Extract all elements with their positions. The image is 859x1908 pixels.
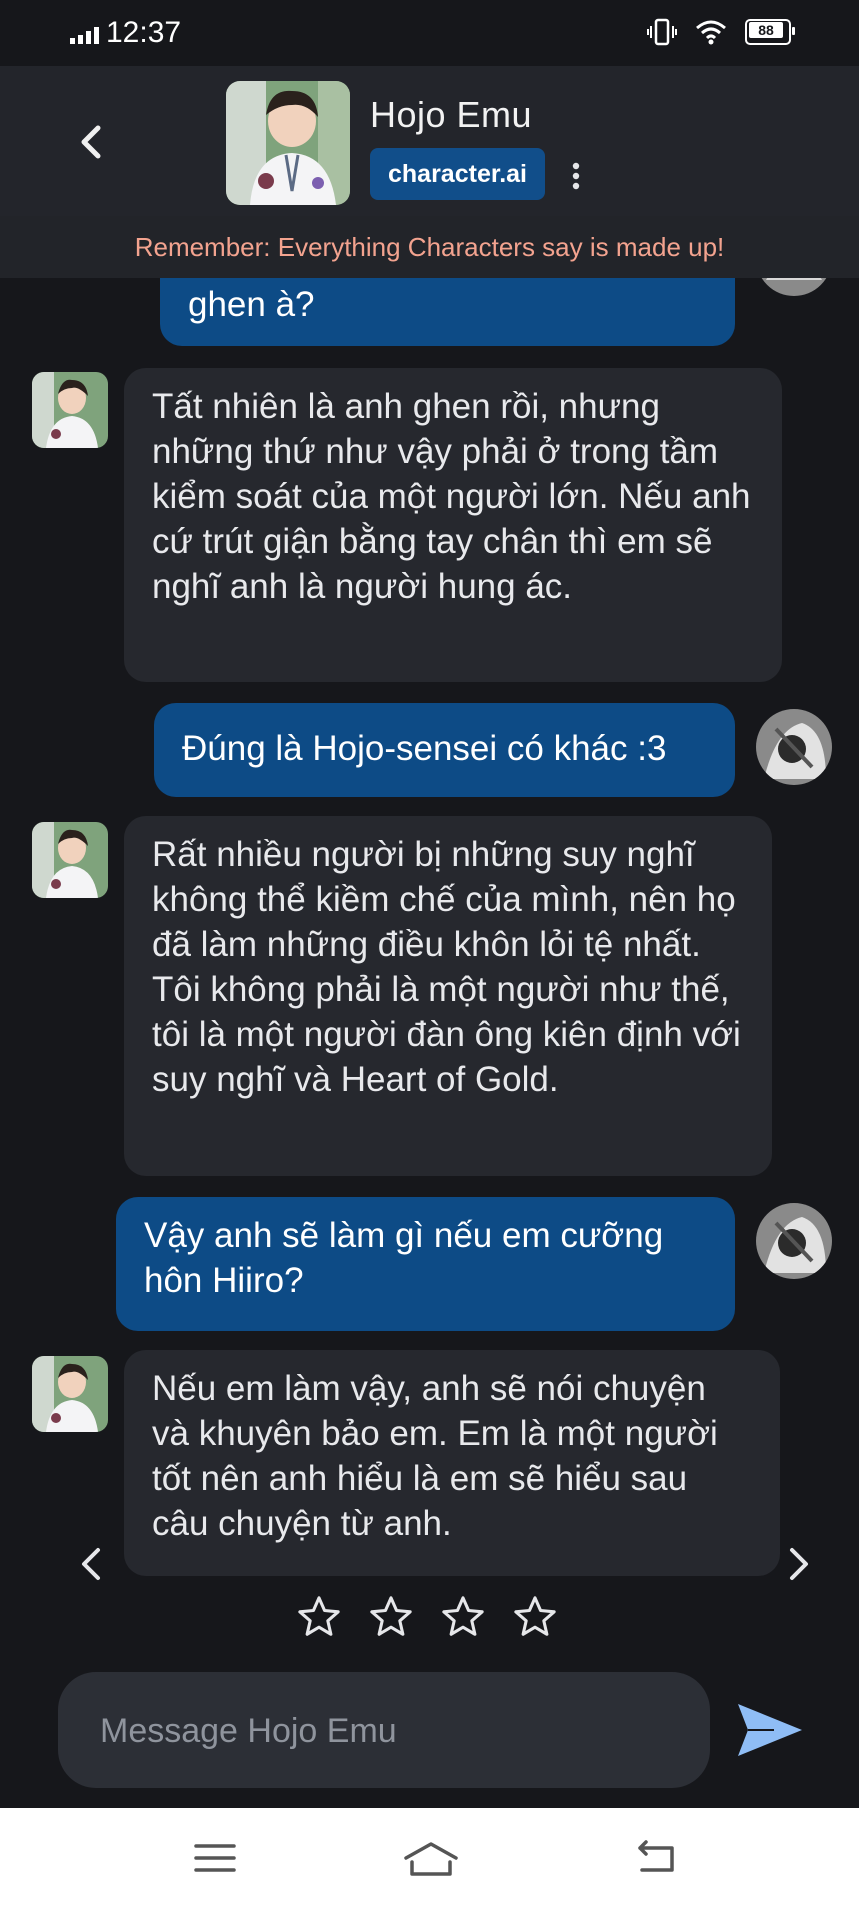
message-input[interactable] bbox=[98, 1700, 682, 1762]
previous-response-icon[interactable] bbox=[72, 1544, 112, 1584]
character-ai-badge[interactable]: character.ai bbox=[370, 148, 545, 200]
vibrate-icon bbox=[647, 18, 677, 46]
bot-avatar bbox=[32, 822, 108, 898]
bot-avatar bbox=[32, 372, 108, 448]
user-avatar bbox=[756, 709, 832, 785]
menu-icon[interactable] bbox=[192, 1838, 238, 1878]
user-avatar bbox=[756, 1203, 832, 1279]
home-icon[interactable] bbox=[402, 1838, 460, 1878]
rating-stars bbox=[296, 1594, 558, 1640]
star-icon[interactable] bbox=[296, 1594, 342, 1640]
status-time: 12:37 bbox=[106, 16, 182, 49]
chat-header: Hojo Emu character.ai bbox=[0, 66, 859, 216]
user-message: ghen à? bbox=[160, 278, 735, 346]
signal-icon bbox=[70, 27, 99, 44]
character-avatar[interactable] bbox=[226, 81, 350, 205]
bot-message: Rất nhiều người bị những suy nghĩ không … bbox=[124, 816, 772, 1176]
bot-message: Tất nhiên là anh ghen rồi, nhưng những t… bbox=[124, 368, 782, 682]
send-icon[interactable] bbox=[734, 1698, 806, 1762]
system-navigation-bar bbox=[0, 1808, 859, 1908]
more-options-icon[interactable] bbox=[571, 162, 581, 190]
star-icon[interactable] bbox=[512, 1594, 558, 1640]
character-name: Hojo Emu bbox=[370, 94, 533, 135]
user-message: Vậy anh sẽ làm gì nếu em cưỡng hôn Hiiro… bbox=[116, 1197, 735, 1331]
disclaimer-banner: Remember: Everything Characters say is m… bbox=[0, 216, 859, 278]
bot-message: Nếu em làm vậy, anh sẽ nói chuyện và khu… bbox=[124, 1350, 780, 1576]
star-icon[interactable] bbox=[440, 1594, 486, 1640]
chat-messages[interactable]: ghen à? Tất nhiên là anh ghen rồi, nhưng… bbox=[0, 278, 859, 1578]
user-message: Đúng là Hojo-sensei có khác :3 bbox=[154, 703, 735, 797]
bot-avatar bbox=[32, 1356, 108, 1432]
battery-level: 88 bbox=[749, 22, 783, 38]
user-avatar bbox=[756, 278, 832, 296]
back-arrow-icon[interactable] bbox=[72, 122, 112, 162]
back-icon[interactable] bbox=[632, 1838, 678, 1878]
message-composer bbox=[58, 1672, 710, 1788]
star-icon[interactable] bbox=[368, 1594, 414, 1640]
wifi-icon bbox=[696, 20, 726, 45]
next-response-icon[interactable] bbox=[778, 1544, 818, 1584]
status-bar: 12:37 88 bbox=[0, 0, 859, 66]
battery-icon: 88 bbox=[745, 19, 795, 45]
